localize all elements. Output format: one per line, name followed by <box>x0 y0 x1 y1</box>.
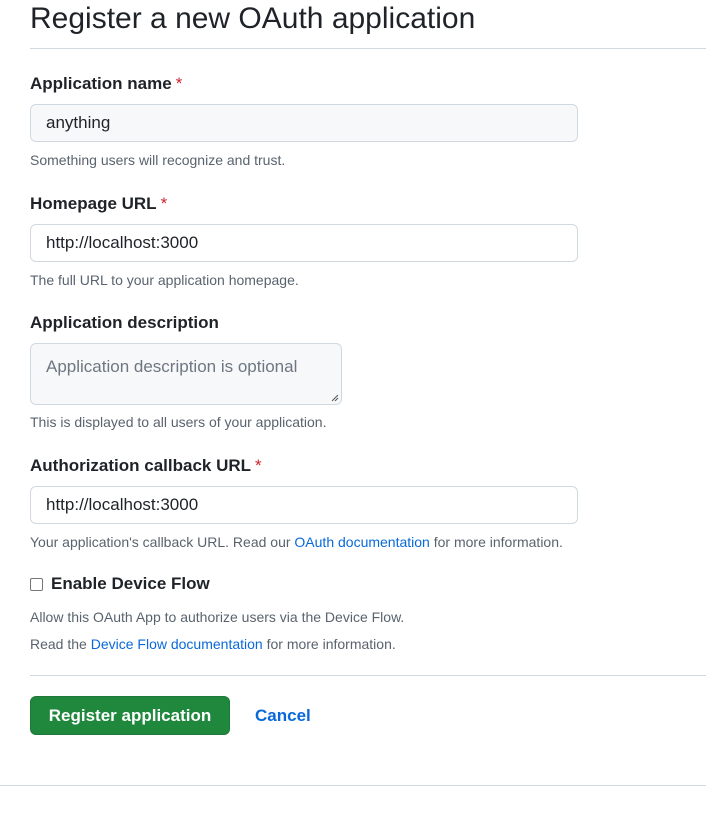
required-marker: * <box>160 194 168 213</box>
device-flow-doc-hint: Read the Device Flow documentation for m… <box>30 635 396 653</box>
oauth-registration-page: Register a new OAuth application Applica… <box>0 0 706 821</box>
application-description-textarea[interactable]: Application description is optional <box>30 343 342 405</box>
register-application-button[interactable]: Register application <box>30 696 230 735</box>
homepage-url-label-text: Homepage URL <box>30 194 157 213</box>
callback-url-label: Authorization callback URL * <box>30 455 262 477</box>
cancel-button[interactable]: Cancel <box>255 705 311 727</box>
callback-url-hint-text: Your application's callback URL. Read ou… <box>30 534 295 550</box>
callback-url-label-text: Authorization callback URL <box>30 456 252 475</box>
device-flow-doc-hint-text: Read the <box>30 636 91 652</box>
application-name-label-text: Application name <box>30 74 172 93</box>
homepage-url-input[interactable]: http://localhost:3000 <box>30 224 578 262</box>
device-flow-hint: Allow this OAuth App to authorize users … <box>30 609 405 625</box>
application-name-input[interactable]: anything <box>30 104 578 142</box>
enable-device-flow-checkbox[interactable] <box>30 577 43 591</box>
application-description-placeholder: Application description is optional <box>46 357 298 376</box>
oauth-documentation-link[interactable]: OAuth documentation <box>294 534 429 550</box>
application-name-hint: Something users will recognize and trust… <box>30 152 286 168</box>
enable-device-flow-row: Enable Device Flow <box>30 573 210 595</box>
application-description-label: Application description <box>30 313 219 332</box>
callback-url-input[interactable]: http://localhost:3000 <box>30 486 578 524</box>
application-description-hint: This is displayed to all users of your a… <box>30 414 327 430</box>
actions-divider <box>30 675 706 676</box>
required-marker: * <box>175 74 183 93</box>
homepage-url-label: Homepage URL * <box>30 193 167 215</box>
application-name-label: Application name * <box>30 73 182 95</box>
enable-device-flow-label[interactable]: Enable Device Flow <box>51 573 210 595</box>
required-marker: * <box>255 456 262 475</box>
callback-url-hint: Your application's callback URL. Read ou… <box>30 533 563 551</box>
resize-handle-icon[interactable] <box>331 394 339 402</box>
device-flow-documentation-link[interactable]: Device Flow documentation <box>91 636 263 652</box>
footer-divider <box>0 785 706 786</box>
callback-url-hint-suffix: for more information. <box>429 534 563 550</box>
homepage-url-hint: The full URL to your application homepag… <box>30 272 299 288</box>
page-title: Register a new OAuth application <box>30 2 476 35</box>
title-divider <box>30 48 706 49</box>
device-flow-doc-hint-suffix: for more information. <box>262 636 396 652</box>
